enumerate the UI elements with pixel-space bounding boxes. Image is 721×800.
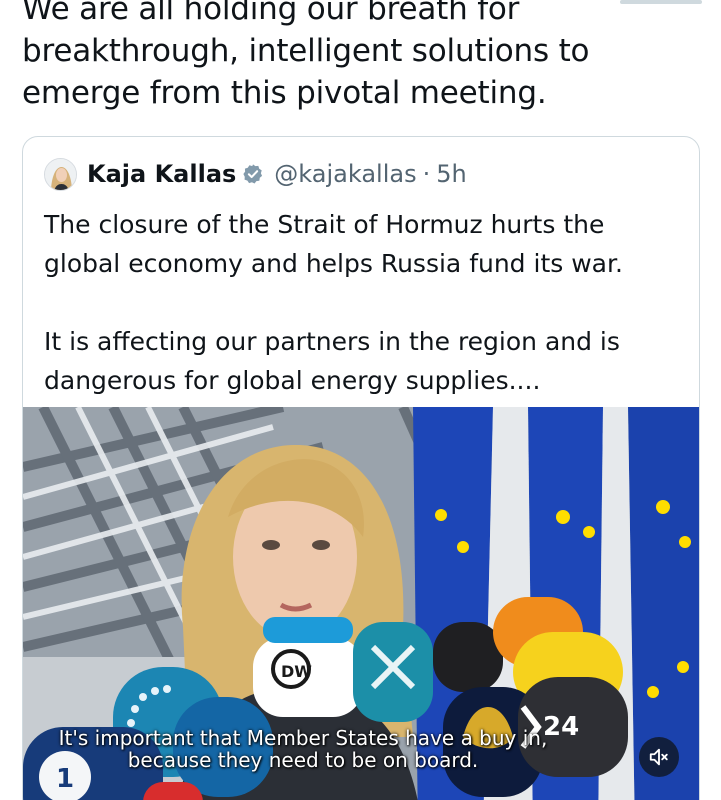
verified-badge-icon — [243, 164, 263, 184]
quoted-post-card[interactable]: Kaja Kallas @kajakallas · 5h The closure… — [22, 136, 700, 800]
speaker-muted-icon — [649, 748, 668, 766]
quoted-paragraph: The closure of the Strait of Hormuz hurt… — [44, 210, 623, 278]
author-name[interactable]: Kaja Kallas — [87, 160, 236, 188]
subtitle-line: It's important that Member States have a… — [58, 726, 548, 750]
quoted-post-text: The closure of the Strait of Hormuz hurt… — [44, 205, 684, 400]
post-text: We are all holding our breath for breakt… — [22, 0, 590, 111]
post-timestamp[interactable]: 5h — [436, 160, 466, 188]
subtitle-line: because they need to be on board. — [127, 748, 479, 772]
quoted-paragraph: It is affecting our partners in the regi… — [44, 327, 620, 395]
author-handle[interactable]: @kajakallas — [274, 160, 416, 188]
video-subtitles: It's important that Member States have a… — [23, 727, 583, 771]
quoted-post-header: Kaja Kallas @kajakallas · 5h — [44, 157, 467, 191]
meta-separator: · — [422, 160, 431, 188]
svg-text:DW: DW — [281, 662, 312, 681]
video-player[interactable]: DW 24 1 It's important that Member State… — [23, 407, 699, 800]
mute-toggle-button[interactable] — [639, 737, 679, 777]
author-avatar[interactable] — [44, 157, 77, 191]
